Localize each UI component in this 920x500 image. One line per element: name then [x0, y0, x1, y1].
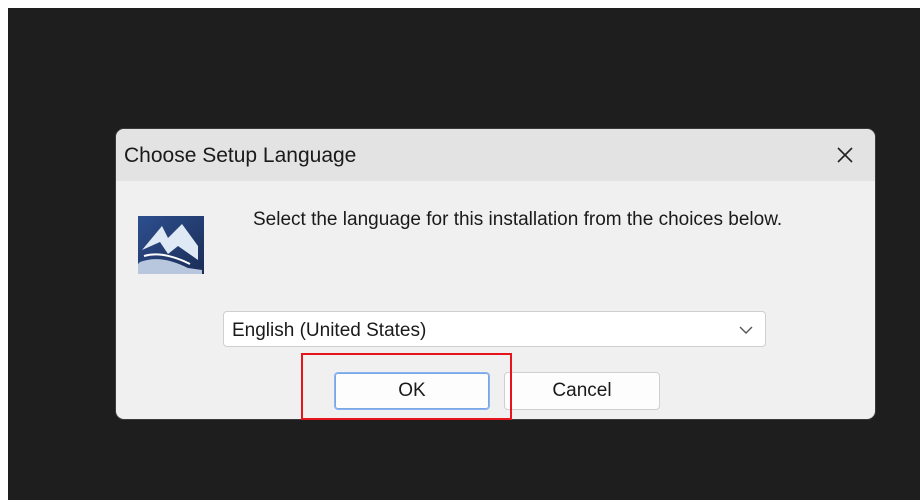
cancel-button[interactable]: Cancel: [504, 372, 660, 410]
language-dropdown[interactable]: English (United States): [223, 311, 766, 347]
chevron-down-icon[interactable]: [739, 324, 753, 336]
close-icon[interactable]: [833, 143, 857, 167]
ok-button[interactable]: OK: [334, 372, 490, 410]
dialog-titlebar[interactable]: Choose Setup Language: [116, 129, 875, 181]
dialog-title: Choose Setup Language: [124, 144, 357, 167]
language-dropdown-value: English (United States): [232, 320, 427, 341]
installer-icon: [138, 216, 204, 274]
setup-language-dialog: Choose Setup Language Select the languag…: [116, 129, 875, 419]
instruction-text: Select the language for this installatio…: [253, 209, 783, 230]
